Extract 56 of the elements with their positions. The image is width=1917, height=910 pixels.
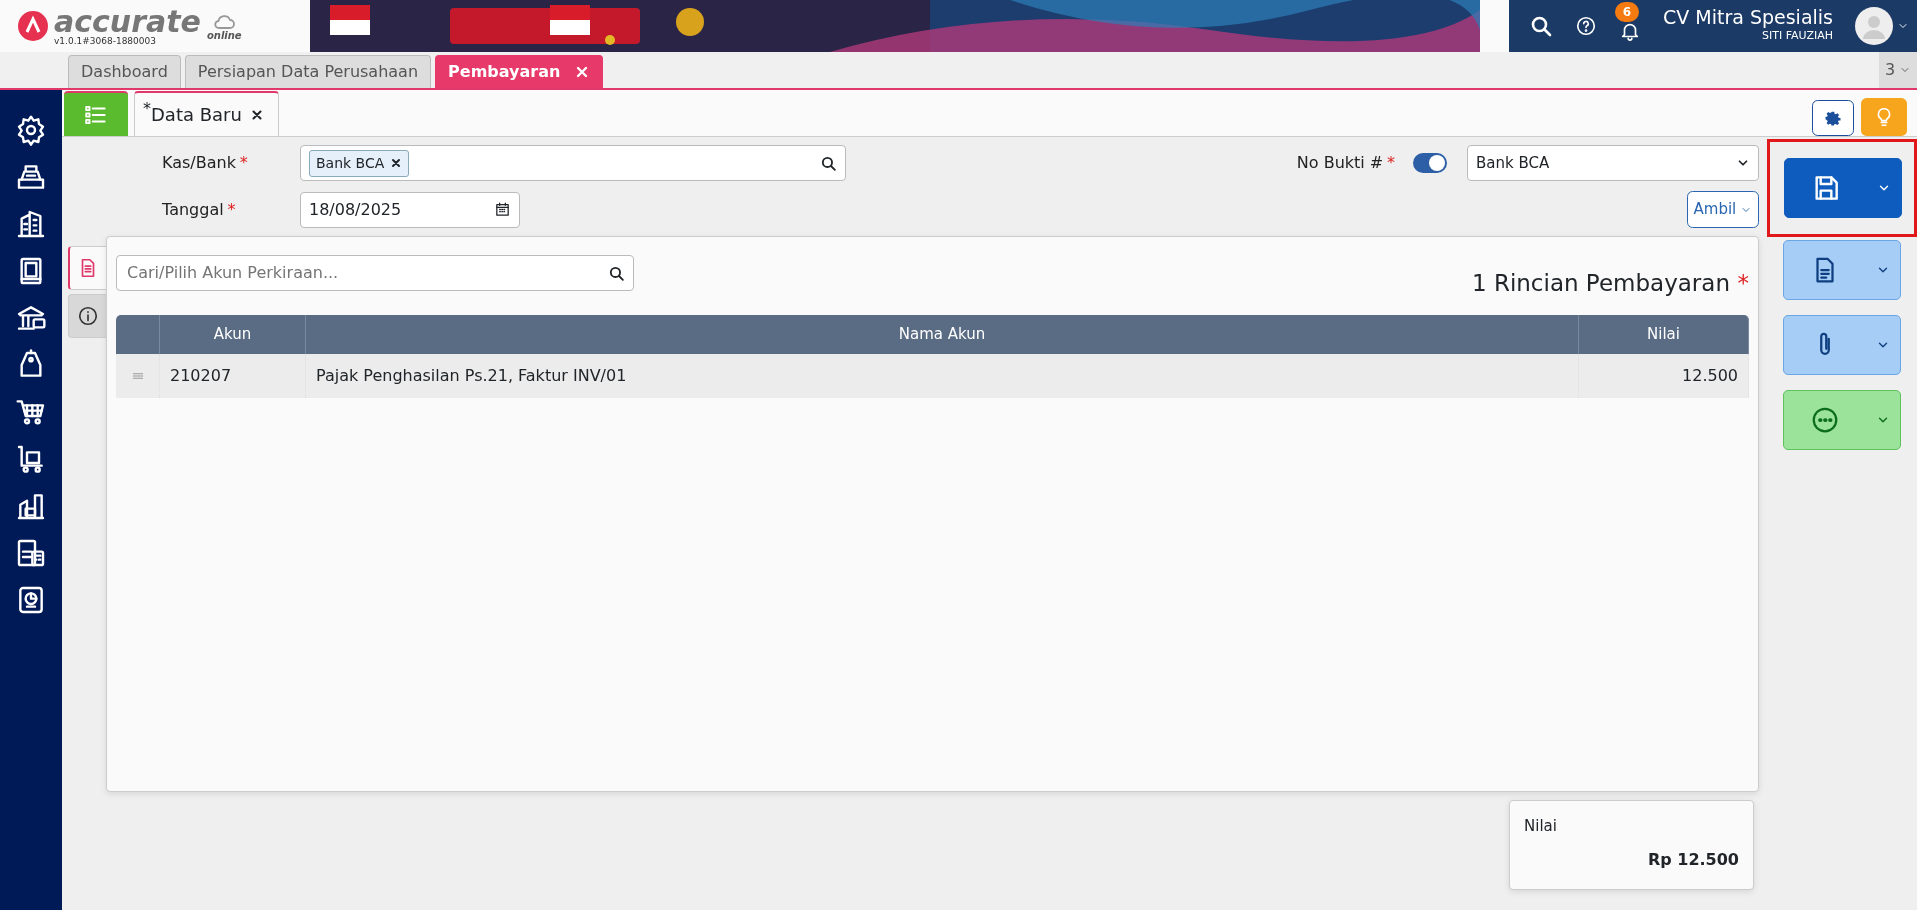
save-button[interactable] — [1784, 158, 1902, 218]
list-button[interactable] — [64, 91, 128, 136]
auto-number-toggle[interactable] — [1413, 153, 1447, 173]
tab[interactable]: Persiapan Data Perusahaan — [184, 55, 432, 88]
document-tab[interactable]: *Data Baru — [134, 91, 279, 136]
tab-count-button[interactable]: 3 — [1879, 52, 1917, 88]
close-icon[interactable] — [249, 107, 264, 122]
user-name: SITI FAUZIAH — [1762, 28, 1833, 45]
required-mark: * — [239, 152, 248, 174]
info-icon — [76, 304, 99, 327]
table-cell: 12.500 — [1579, 353, 1749, 398]
tax-document-icon[interactable] — [15, 537, 47, 569]
required-mark: * — [1387, 152, 1395, 174]
building-icon[interactable] — [15, 208, 47, 240]
document-button[interactable] — [1783, 240, 1901, 300]
column-header[interactable]: Nama Akun — [306, 314, 1579, 354]
attachment-button[interactable] — [1783, 315, 1901, 375]
tab[interactable]: Pembayaran — [435, 55, 604, 88]
table-cell: 210207 — [160, 353, 306, 398]
total-value: Rp 12.500 — [1647, 848, 1739, 871]
section-title: 1 Rincian Pembayaran — [1471, 269, 1730, 298]
notification-badge: 6 — [1615, 1, 1639, 23]
logo-icon — [18, 11, 48, 41]
search-icon[interactable] — [1529, 14, 1553, 38]
document-tab[interactable] — [68, 246, 106, 290]
selected-tag: Bank BCA — [309, 149, 410, 177]
kas-bank-field[interactable]: Bank BCA — [300, 145, 846, 181]
ambil-button[interactable]: Ambil — [1686, 191, 1759, 228]
search-icon[interactable] — [820, 154, 837, 172]
tab[interactable]: Dashboard — [68, 55, 181, 88]
kas-bank-label: Kas/Bank — [162, 152, 236, 174]
avatar-icon[interactable] — [1855, 7, 1893, 45]
version-text: v1.0.1#3068-1880003 — [54, 36, 157, 46]
required-mark: * — [227, 198, 236, 221]
help-icon[interactable] — [1575, 15, 1597, 37]
search-icon[interactable] — [608, 264, 625, 282]
no-bukti-label: No Bukti # — [1296, 152, 1384, 174]
account-search-field[interactable]: Cari/Pilih Akun Perkiraan... — [116, 255, 634, 292]
settings-icon[interactable] — [15, 114, 47, 146]
date-field[interactable]: 18/08/2025 — [300, 191, 520, 228]
more-icon — [1810, 405, 1840, 435]
info-tab[interactable] — [68, 293, 106, 338]
company-name[interactable]: CV Mitra Spesialis — [1663, 7, 1833, 29]
tanggal-label: Tanggal — [162, 198, 224, 221]
column-header[interactable]: Nilai — [1579, 314, 1749, 354]
required-mark: * — [1737, 269, 1749, 298]
calendar-icon[interactable] — [494, 201, 511, 218]
column-header[interactable]: Akun — [160, 314, 306, 354]
settings-button[interactable] — [1811, 100, 1854, 136]
total-label: Nilai — [1524, 816, 1558, 837]
remove-icon[interactable] — [390, 157, 403, 169]
logo-text: accurate — [54, 6, 201, 37]
table-cell: Pajak Penghasilan Ps.21, Faktur INV/01 — [306, 353, 1579, 398]
number-select[interactable]: Bank BCA — [1467, 145, 1759, 181]
logo-subtext: online — [206, 28, 242, 43]
more-button[interactable] — [1783, 390, 1901, 450]
